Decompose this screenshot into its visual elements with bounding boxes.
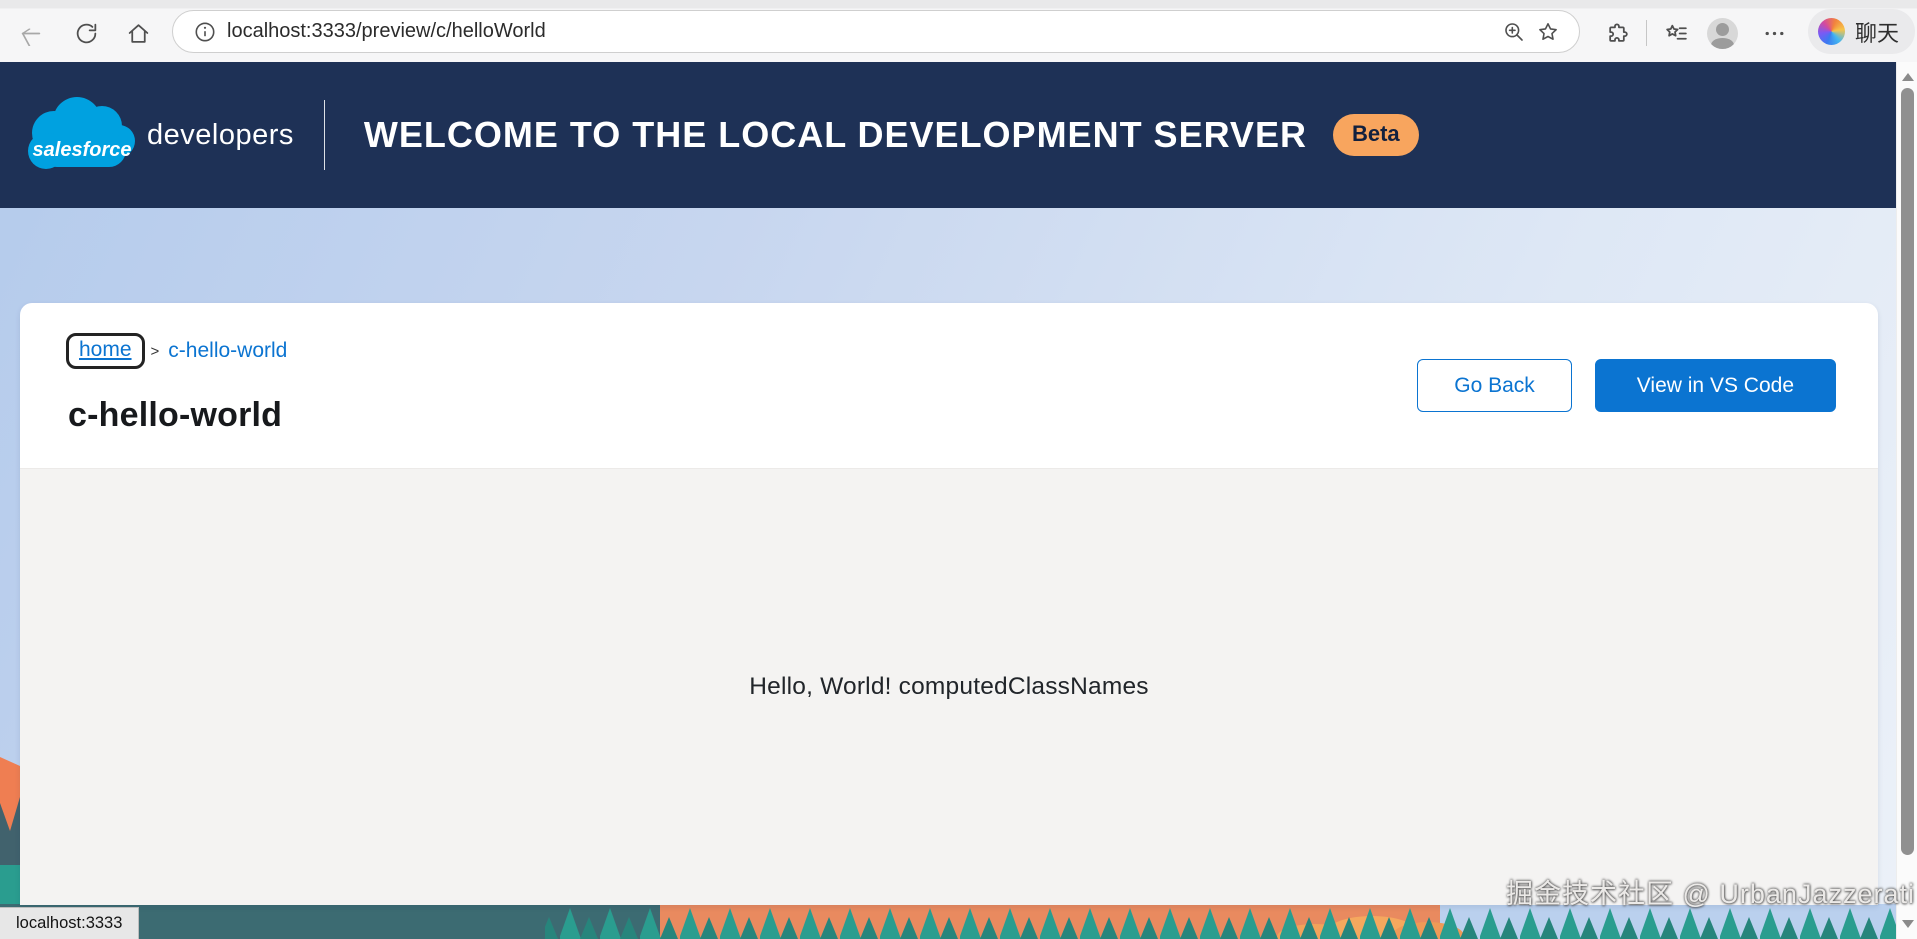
component-output-text: Hello, World! computedClassNames	[749, 673, 1149, 700]
home-icon	[128, 23, 148, 43]
avatar	[1706, 17, 1738, 49]
scrollbar-down-icon[interactable]	[1897, 917, 1917, 931]
logo-wordmark: salesforce	[33, 139, 132, 161]
extensions-button[interactable]	[1596, 11, 1640, 55]
favorites-list-icon	[1665, 24, 1687, 40]
toolbar-divider	[1646, 20, 1647, 46]
back-arrow-icon	[21, 27, 40, 46]
beta-badge: Beta	[1332, 114, 1419, 156]
view-in-vscode-button[interactable]: View in VS Code	[1594, 359, 1836, 412]
zoom-in-icon[interactable]	[1497, 15, 1531, 49]
profile-button[interactable]	[1700, 11, 1744, 55]
banner-title: WELCOME TO THE LOCAL DEVELOPMENT SERVER	[363, 114, 1307, 155]
site-info-icon[interactable]	[193, 20, 217, 44]
more-options-button[interactable]	[1752, 11, 1796, 55]
copilot-chat-button[interactable]: 聊天	[1808, 9, 1916, 54]
favorites-bar-button[interactable]	[1654, 11, 1698, 55]
header-divider	[323, 100, 325, 170]
copilot-icon	[1818, 18, 1845, 45]
ellipsis-icon	[1765, 31, 1783, 35]
breadcrumb: home > c-hello-world	[66, 333, 287, 369]
page-viewport: salesforce developers WELCOME TO THE LOC…	[0, 62, 1917, 939]
card-header: home > c-hello-world c-hello-world Go Ba…	[20, 303, 1878, 468]
browser-toolbar: localhost:3333/preview/c/helloWorld 聊天	[0, 0, 1917, 62]
go-back-button[interactable]: Go Back	[1417, 359, 1572, 412]
scrollbar-up-icon[interactable]	[1897, 70, 1917, 84]
refresh-button[interactable]	[64, 11, 108, 55]
favorite-star-icon[interactable]	[1531, 15, 1565, 49]
watermark-text: 掘金技术社区 @ UrbanJazzerati	[1506, 879, 1915, 909]
refresh-icon	[76, 23, 96, 43]
breadcrumb-home-link[interactable]: home	[66, 333, 145, 369]
scrollbar-thumb[interactable]	[1901, 88, 1914, 855]
address-bar[interactable]: localhost:3333/preview/c/helloWorld	[172, 10, 1580, 53]
card-actions: Go Back View in VS Code	[1417, 359, 1836, 412]
page-title: c-hello-world	[68, 396, 283, 434]
home-button[interactable]	[116, 11, 160, 55]
breadcrumb-separator-icon: >	[150, 342, 160, 360]
vertical-scrollbar[interactable]	[1896, 62, 1917, 939]
back-button[interactable]	[8, 11, 52, 55]
logo-suffix: developers	[147, 118, 294, 151]
extensions-puzzle-icon	[1608, 22, 1628, 42]
salesforce-banner: salesforce developers WELCOME TO THE LOC…	[0, 62, 1896, 208]
copilot-label: 聊天	[1855, 20, 1900, 46]
browser-window: localhost:3333/preview/c/helloWorld 聊天 s…	[0, 0, 1917, 939]
component-preview-area: Hello, World! computedClassNames	[20, 468, 1878, 905]
component-card: home > c-hello-world c-hello-world Go Ba…	[20, 303, 1878, 905]
salesforce-logo: salesforce	[24, 95, 138, 175]
url-text: localhost:3333/preview/c/helloWorld	[227, 20, 546, 42]
status-bar-url: localhost:3333	[0, 907, 140, 939]
breadcrumb-current-link[interactable]: c-hello-world	[168, 339, 287, 363]
